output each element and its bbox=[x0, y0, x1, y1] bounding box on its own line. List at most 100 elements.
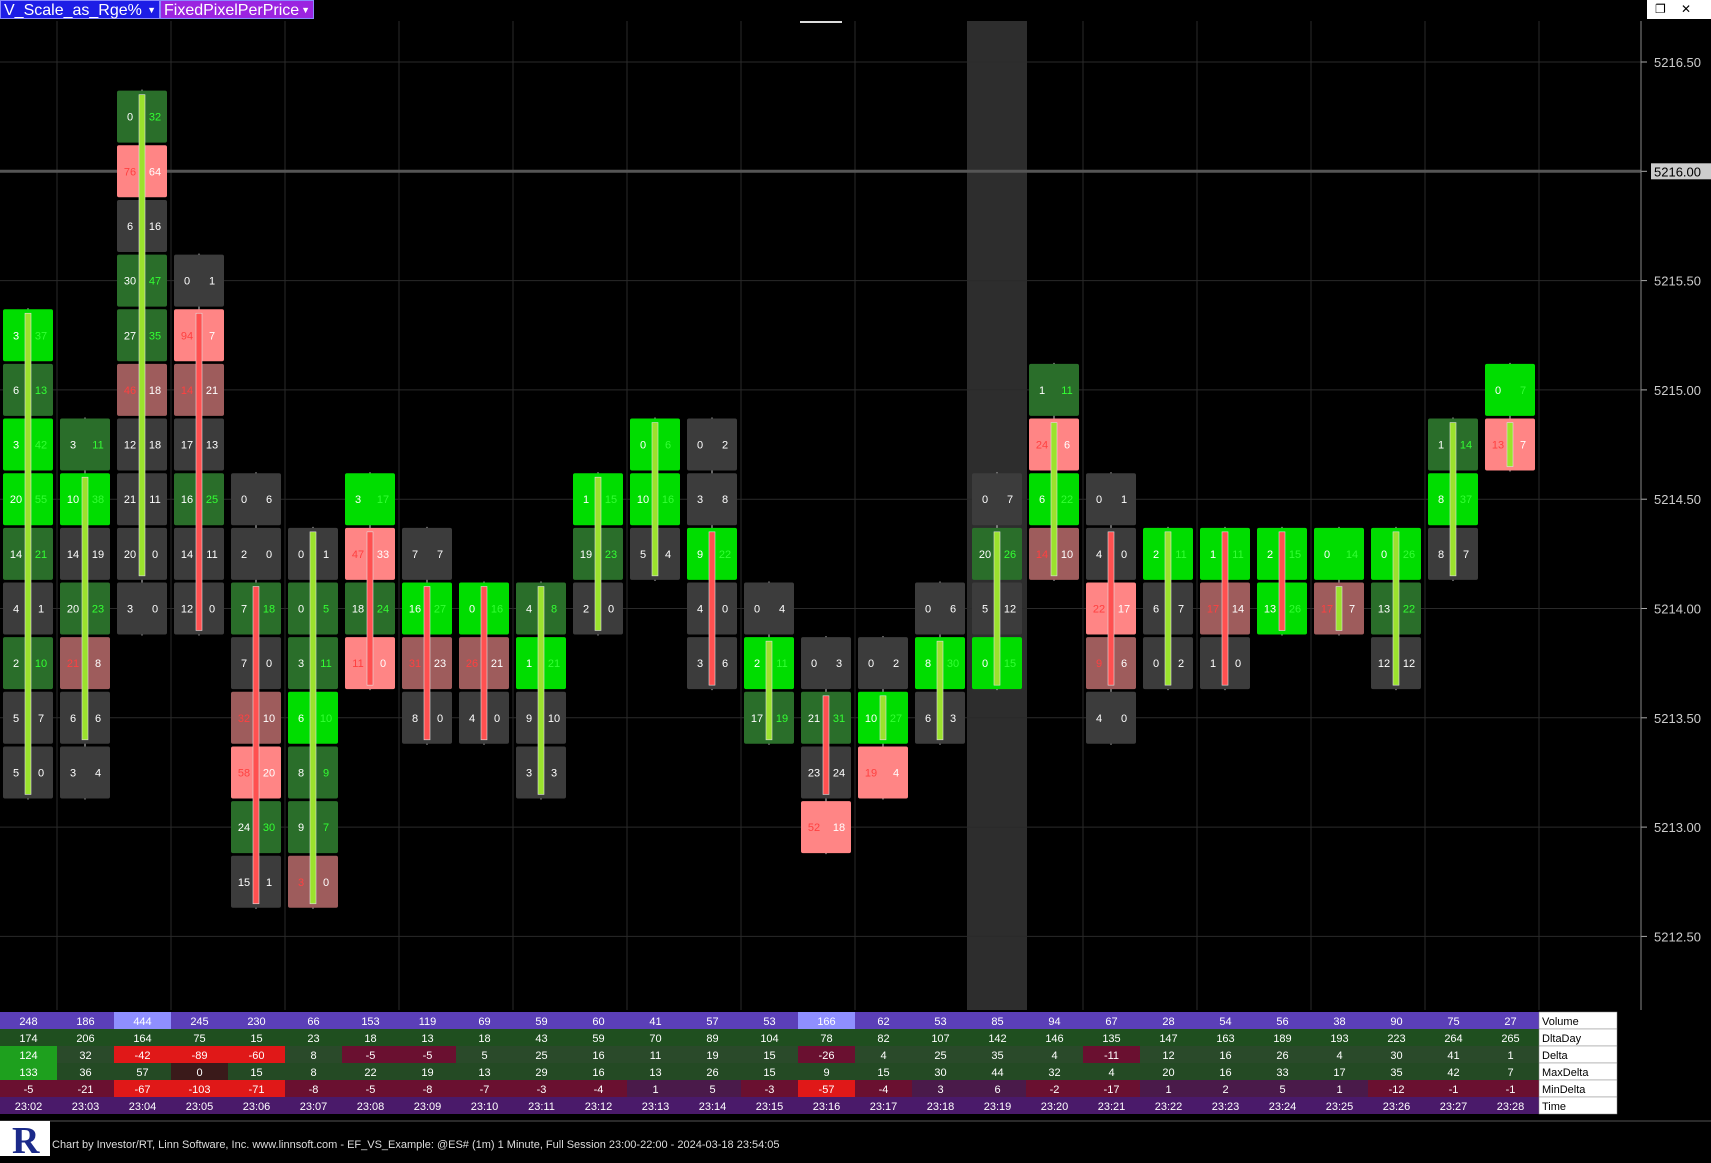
price-axis-label: 5215.00 bbox=[1654, 383, 1701, 398]
table-cell-value: 13 bbox=[649, 1067, 661, 1079]
table-cell-value: -5 bbox=[423, 1050, 433, 1062]
candle-body-bar bbox=[708, 531, 716, 686]
bid-volume-label: 0 bbox=[925, 604, 931, 616]
bid-volume-label: 4 bbox=[526, 604, 532, 616]
table-cell-value: 18 bbox=[478, 1033, 490, 1045]
table-cell-value: 1 bbox=[652, 1084, 658, 1096]
ask-volume-label: 11 bbox=[1232, 549, 1243, 561]
table-cell-value: 59 bbox=[592, 1033, 604, 1045]
table-cell-value: 26 bbox=[706, 1067, 718, 1079]
ask-volume-label: 21 bbox=[491, 658, 503, 670]
footprint-cell bbox=[687, 418, 737, 471]
bid-volume-label: 4 bbox=[1096, 713, 1102, 725]
bid-volume-label: 0 bbox=[811, 658, 817, 670]
bid-volume-label: 2 bbox=[1153, 549, 1159, 561]
ask-volume-label: 1 bbox=[323, 549, 329, 561]
table-cell-value: 23:26 bbox=[1383, 1101, 1411, 1113]
table-cell-value: 135 bbox=[1102, 1033, 1120, 1045]
restore-icon[interactable]: ❐ bbox=[1655, 1, 1666, 17]
footprint-chart[interactable]: 5216.50 5216.00 5215.50 5215.00 5214.50 5214.… bbox=[0, 0, 1711, 1134]
table-cell-value: 133 bbox=[19, 1067, 37, 1079]
table-cell-value: 4 bbox=[1051, 1050, 1057, 1062]
chevron-down-icon: ▼ bbox=[147, 5, 156, 15]
footprint-cell bbox=[972, 473, 1022, 526]
candle-body-bar bbox=[1164, 531, 1172, 686]
bid-volume-label: 0 bbox=[868, 658, 874, 670]
bid-volume-label: 11 bbox=[352, 658, 363, 670]
table-cell-value: 89 bbox=[706, 1033, 718, 1045]
table-cell-value: 174 bbox=[19, 1033, 37, 1045]
bid-volume-label: 15 bbox=[238, 877, 250, 889]
table-cell-value: 13 bbox=[478, 1067, 490, 1079]
table-cell-value: 11 bbox=[650, 1050, 661, 1062]
ask-volume-label: 18 bbox=[263, 604, 275, 616]
ask-volume-label: 3 bbox=[836, 658, 842, 670]
bid-volume-label: 0 bbox=[982, 494, 988, 506]
ask-volume-label: 2 bbox=[722, 440, 728, 452]
table-cell-value: 15 bbox=[763, 1050, 775, 1062]
table-cell-value: -5 bbox=[366, 1084, 376, 1096]
row-label: Volume bbox=[1542, 1016, 1579, 1028]
table-cell-value: 23:04 bbox=[129, 1101, 157, 1113]
ask-volume-label: 18 bbox=[149, 385, 161, 397]
ask-volume-label: 3 bbox=[950, 713, 956, 725]
bid-volume-label: 26 bbox=[466, 658, 478, 670]
footprint-cell bbox=[801, 637, 851, 690]
scale-mode-dropdown[interactable]: V_Scale_as_Rge% ▼ bbox=[0, 0, 160, 19]
table-cell-value: 265 bbox=[1501, 1033, 1519, 1045]
bid-volume-label: 12 bbox=[181, 604, 193, 616]
table-cell-value: 67 bbox=[1105, 1016, 1117, 1028]
table-cell-value: 15 bbox=[877, 1067, 889, 1079]
bid-volume-label: 19 bbox=[580, 549, 592, 561]
candle-body-bar bbox=[309, 531, 317, 905]
bid-volume-label: 6 bbox=[13, 385, 19, 397]
bid-volume-label: 4 bbox=[13, 604, 19, 616]
ask-volume-label: 0 bbox=[209, 604, 215, 616]
table-cell-value: 33 bbox=[1276, 1067, 1288, 1079]
bid-volume-label: 0 bbox=[127, 112, 133, 124]
bid-volume-label: 17 bbox=[751, 713, 763, 725]
ask-volume-label: 19 bbox=[776, 713, 788, 725]
candle-body-bar bbox=[480, 586, 488, 741]
chart-toolbar: V_Scale_as_Rge% ▼ FixedPixelPerPrice ▼ ❐… bbox=[0, 0, 1711, 21]
bid-volume-label: 3 bbox=[697, 494, 703, 506]
ask-volume-label: 3 bbox=[551, 767, 557, 779]
bid-volume-label: 2 bbox=[754, 658, 760, 670]
ask-volume-label: 17 bbox=[1118, 604, 1130, 616]
bid-volume-label: 3 bbox=[13, 440, 19, 452]
table-cell-value: 12 bbox=[1162, 1050, 1174, 1062]
table-cell-value: 23:08 bbox=[357, 1101, 385, 1113]
table-cell-value: 23:20 bbox=[1041, 1101, 1069, 1113]
table-cell-value: 186 bbox=[76, 1016, 94, 1028]
table-cell-value: -12 bbox=[1389, 1084, 1405, 1096]
footprint-cell bbox=[402, 527, 452, 580]
bid-volume-label: 17 bbox=[1207, 604, 1219, 616]
footprint-cell bbox=[1485, 363, 1535, 416]
bid-volume-label: 0 bbox=[697, 440, 703, 452]
table-cell-value: 23:25 bbox=[1326, 1101, 1354, 1113]
ask-volume-label: 11 bbox=[320, 658, 331, 670]
price-axis-label: 5212.50 bbox=[1654, 929, 1701, 944]
candle-body-bar bbox=[1392, 531, 1400, 686]
table-cell-value: 23:10 bbox=[471, 1101, 499, 1113]
ask-volume-label: 6 bbox=[950, 604, 956, 616]
footprint-cell bbox=[1086, 691, 1136, 744]
bid-volume-label: 76 bbox=[124, 166, 136, 178]
candle-body-bar bbox=[1107, 531, 1115, 686]
ask-volume-label: 24 bbox=[833, 767, 845, 779]
table-cell-value: 25 bbox=[934, 1050, 946, 1062]
ask-volume-label: 18 bbox=[833, 822, 845, 834]
table-cell-value: 26 bbox=[1276, 1050, 1288, 1062]
table-cell-value: 1 bbox=[1507, 1050, 1513, 1062]
table-cell-value: 23:13 bbox=[642, 1101, 670, 1113]
bid-volume-label: 10 bbox=[637, 494, 649, 506]
table-cell-value: 2 bbox=[1222, 1084, 1228, 1096]
close-icon[interactable]: ✕ bbox=[1681, 1, 1691, 17]
table-cell-value: 1 bbox=[1165, 1084, 1171, 1096]
bid-volume-label: 0 bbox=[754, 604, 760, 616]
ask-volume-label: 4 bbox=[665, 549, 671, 561]
table-cell-value: 25 bbox=[535, 1050, 547, 1062]
pixel-mode-dropdown[interactable]: FixedPixelPerPrice ▼ bbox=[160, 0, 314, 19]
ask-volume-label: 55 bbox=[35, 494, 47, 506]
ask-volume-label: 0 bbox=[266, 658, 272, 670]
